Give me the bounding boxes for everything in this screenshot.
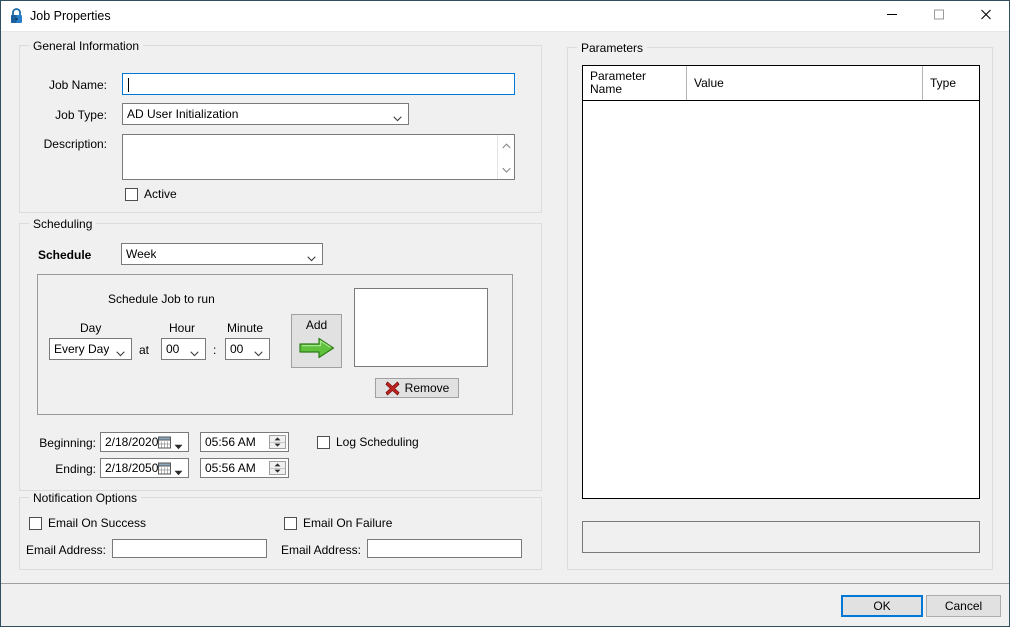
hour-label: Hour: [169, 321, 196, 335]
add-schedule-button[interactable]: Add: [291, 314, 342, 368]
time-spinner[interactable]: [269, 461, 286, 475]
schedule-frequency-select[interactable]: Week: [121, 243, 323, 265]
scroll-down-icon[interactable]: [498, 161, 514, 177]
lock-icon: [9, 8, 24, 24]
add-button-label: Add: [305, 318, 328, 332]
beginning-label: Beginning:: [39, 436, 96, 450]
ending-date-value: 2/18/2050: [105, 461, 159, 475]
minute-value: 00: [230, 342, 244, 356]
time-colon-label: :: [213, 343, 217, 357]
chevron-down-icon: [307, 251, 316, 262]
parameters-grid-header: Parameter Name Value Type: [583, 66, 979, 101]
window-title: Job Properties: [30, 9, 111, 23]
ok-button[interactable]: OK: [841, 595, 923, 617]
cancel-button[interactable]: Cancel: [926, 595, 1001, 617]
close-button[interactable]: [963, 1, 1009, 30]
text-caret: [128, 78, 129, 92]
email-on-failure-checkbox[interactable]: Email On Failure: [284, 516, 392, 530]
beginning-date-value: 2/18/2020: [105, 435, 159, 449]
checkbox-box: [284, 516, 297, 530]
email-on-success-checkbox[interactable]: Email On Success: [29, 516, 146, 530]
hour-value: 00: [166, 342, 180, 356]
success-email-address-label: Email Address:: [25, 543, 106, 557]
beginning-time-picker[interactable]: 05:56 AM: [200, 432, 289, 452]
description-label: Description:: [43, 137, 107, 151]
remove-button-label: Remove: [404, 381, 450, 395]
chevron-down-icon: [116, 346, 125, 357]
arrow-right-icon: [298, 337, 335, 362]
ending-label: Ending:: [55, 462, 96, 476]
at-label: at: [139, 343, 150, 357]
notification-options-legend: Notification Options: [29, 491, 142, 505]
chevron-down-icon: [174, 465, 183, 476]
email-on-success-label: Email On Success: [48, 516, 147, 530]
close-icon: [980, 8, 992, 23]
parameters-grid[interactable]: Parameter Name Value Type: [582, 65, 980, 499]
column-header-parameter-name-line2: Name: [590, 82, 623, 96]
job-name-input[interactable]: [122, 73, 515, 95]
spinner-down-icon[interactable]: [270, 442, 285, 448]
failure-email-address-input[interactable]: [367, 539, 522, 558]
minimize-icon: [886, 8, 898, 23]
active-checkbox[interactable]: Active: [125, 187, 177, 201]
active-label: Active: [144, 187, 177, 201]
job-name-label: Job Name:: [48, 78, 107, 92]
log-scheduling-label: Log Scheduling: [336, 435, 419, 449]
checkbox-box: [317, 435, 330, 449]
calendar-icon: [158, 436, 171, 449]
delete-x-icon: [385, 381, 400, 396]
footer-separator: [1, 583, 1009, 584]
email-on-failure-label: Email On Failure: [303, 516, 393, 530]
ending-time-picker[interactable]: 05:56 AM: [200, 458, 289, 478]
description-scrollbar[interactable]: [497, 135, 514, 179]
beginning-date-picker[interactable]: 2/18/2020: [100, 432, 189, 452]
job-type-select[interactable]: AD User Initialization: [122, 103, 409, 125]
day-label: Day: [80, 321, 102, 335]
day-value: Every Day: [54, 342, 110, 356]
remove-schedule-button[interactable]: Remove: [375, 378, 459, 398]
job-properties-window: Job Properties General Information Job N…: [0, 0, 1010, 627]
notification-options-group: Notification Options: [19, 491, 542, 570]
schedule-job-to-run-label: Schedule Job to run: [108, 292, 215, 306]
scroll-up-icon[interactable]: [498, 137, 514, 153]
schedule-frequency-value: Week: [126, 247, 157, 261]
chevron-down-icon: [174, 439, 183, 450]
description-input[interactable]: [122, 134, 515, 180]
beginning-time-value: 05:56 AM: [205, 435, 256, 449]
checkbox-box: [125, 187, 138, 201]
job-type-value: AD User Initialization: [127, 107, 239, 121]
parameter-detail-panel: [582, 521, 980, 553]
parameters-legend: Parameters: [577, 41, 648, 55]
column-header-parameter-name[interactable]: Parameter Name: [583, 66, 686, 100]
title-bar: Job Properties: [1, 1, 1009, 32]
time-spinner[interactable]: [269, 435, 286, 449]
column-header-value[interactable]: Value: [687, 66, 922, 100]
ending-date-picker[interactable]: 2/18/2050: [100, 458, 189, 478]
chevron-down-icon: [190, 346, 199, 357]
ending-time-value: 05:56 AM: [205, 461, 256, 475]
job-type-label: Job Type:: [55, 108, 107, 122]
checkbox-box: [29, 516, 42, 530]
maximize-icon: [933, 8, 945, 23]
success-email-address-input[interactable]: [112, 539, 267, 558]
hour-select[interactable]: 00: [161, 338, 206, 360]
column-header-type[interactable]: Type: [923, 66, 980, 100]
scheduled-occurrences-listbox[interactable]: [354, 288, 488, 367]
chevron-down-icon: [393, 111, 402, 122]
log-scheduling-checkbox[interactable]: Log Scheduling: [317, 435, 419, 449]
schedule-label: Schedule: [38, 248, 92, 262]
general-information-group: General Information: [19, 39, 542, 213]
calendar-icon: [158, 462, 171, 475]
general-information-legend: General Information: [29, 39, 144, 53]
minimize-button[interactable]: [869, 1, 915, 30]
minute-select[interactable]: 00: [225, 338, 270, 360]
day-select[interactable]: Every Day: [49, 338, 132, 360]
spinner-down-icon[interactable]: [270, 468, 285, 474]
failure-email-address-label: Email Address:: [280, 543, 361, 557]
scheduling-legend: Scheduling: [29, 217, 97, 231]
minute-label: Minute: [227, 321, 264, 335]
maximize-button[interactable]: [916, 1, 962, 30]
chevron-down-icon: [254, 346, 263, 357]
